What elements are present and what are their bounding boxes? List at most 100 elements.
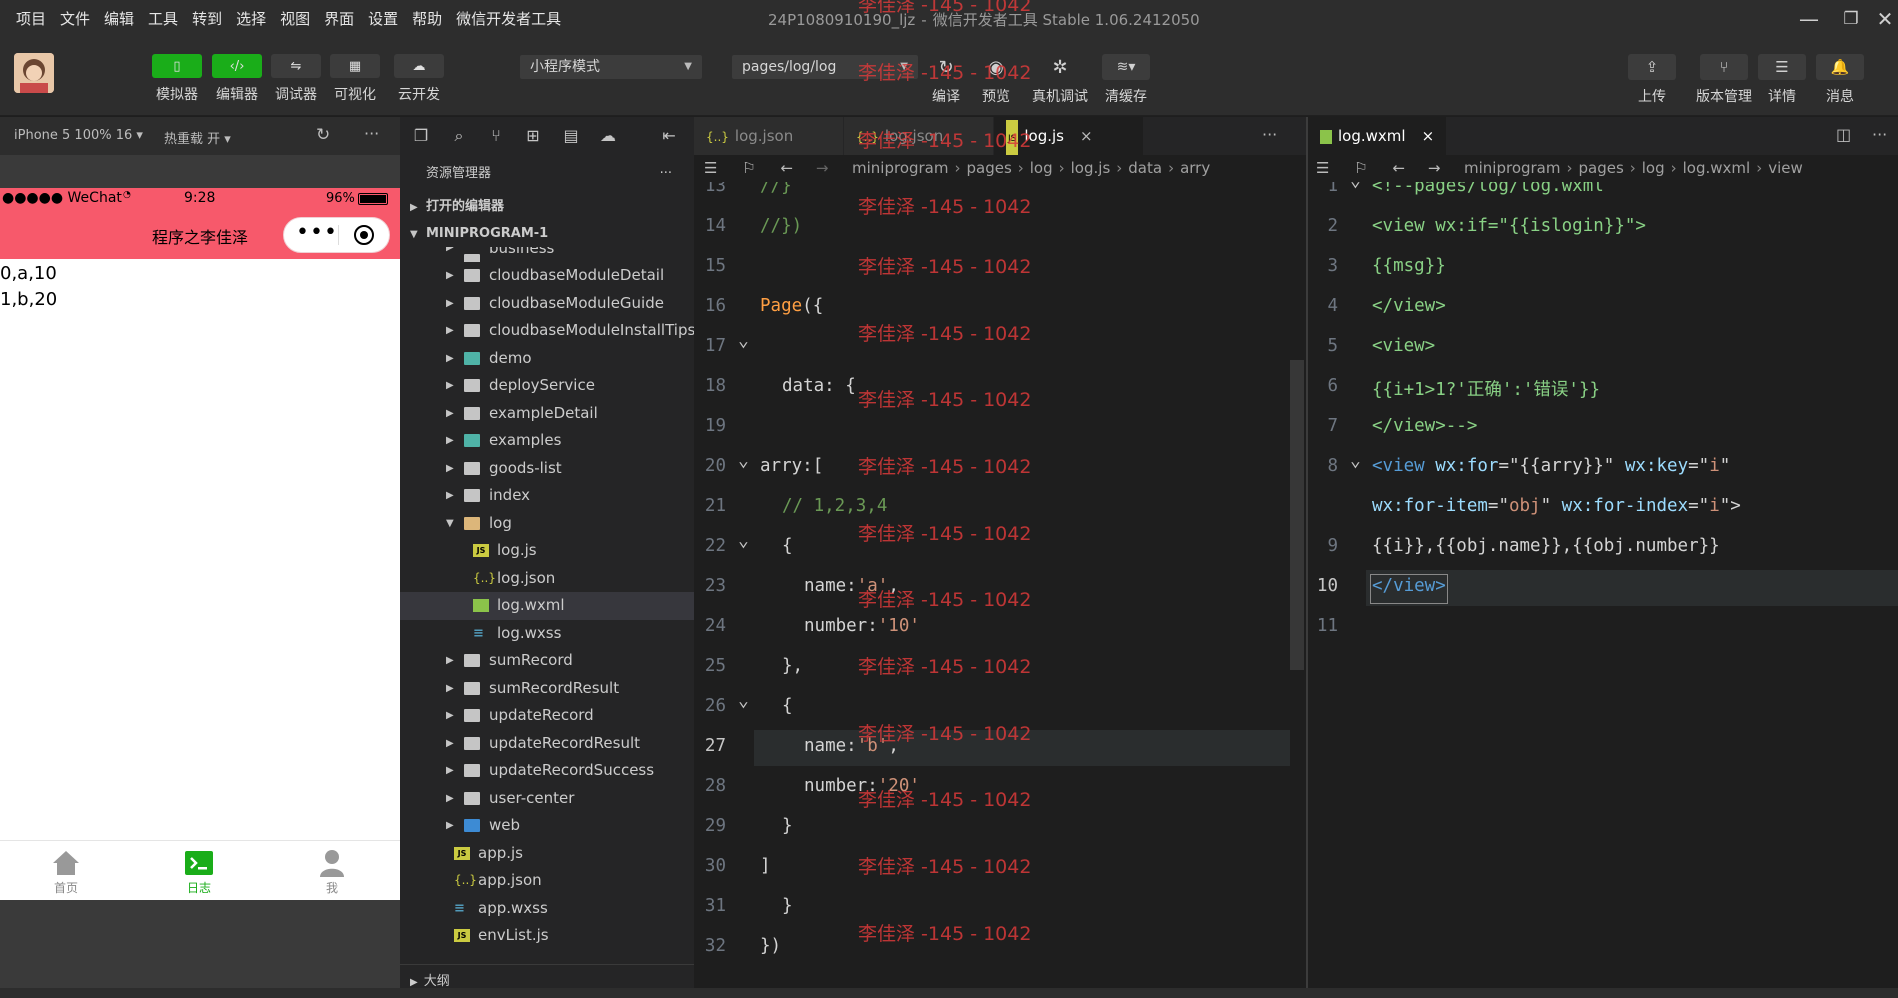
file-tree-item[interactable]: ▶ web <box>400 812 694 840</box>
bookmark-icon[interactable]: ⚐ <box>1354 159 1367 177</box>
file-tree-item[interactable]: ▶ sumRecordResult <box>400 675 694 703</box>
storage-icon[interactable]: ▤ <box>561 126 581 146</box>
tab-me[interactable]: 我 <box>302 847 362 896</box>
open-editors-section[interactable]: ▶ 打开的编辑器 <box>400 193 694 220</box>
forward-icon[interactable]: → <box>816 159 829 177</box>
breadcrumb-item[interactable]: pages <box>1578 159 1623 177</box>
editor-tab[interactable]: log.wxml × <box>1308 117 1448 155</box>
chevron-down-icon[interactable]: ⌄ <box>1350 450 1361 471</box>
breadcrumb-item[interactable]: view <box>1768 159 1803 177</box>
search-icon[interactable]: ⌕ <box>449 126 469 146</box>
back-icon[interactable]: ← <box>1392 159 1405 177</box>
more-icon[interactable]: ••• <box>296 220 338 245</box>
file-tree-item[interactable]: ▶ demo <box>400 345 694 373</box>
chevron-down-icon[interactable]: ⌄ <box>738 530 749 551</box>
hot-reload-toggle[interactable]: 热重载 开 ▾ <box>164 128 231 147</box>
maximize-icon[interactable]: ❐ <box>1840 8 1862 30</box>
chevron-down-icon[interactable]: ⌄ <box>738 330 749 351</box>
menu-item[interactable]: 视图 <box>273 0 317 38</box>
toolbar-button-branch[interactable]: ⑂ 版本管理 <box>1688 54 1760 106</box>
file-tree-item[interactable]: JS envList.js <box>400 922 694 950</box>
menu-item[interactable]: 文件 <box>53 0 97 38</box>
toolbar-button-debug[interactable]: ⇋ 调试器 <box>271 54 321 104</box>
left-code-editor[interactable]: 13//} 14//}) 15 16 Page({17 ⌄ 18 data: {19 20 ⌄ ar… <box>694 182 1290 988</box>
files-icon[interactable]: ❐ <box>411 126 431 146</box>
project-section[interactable]: ▼ MINIPROGRAM-1 <box>400 220 694 247</box>
minimize-icon[interactable]: — <box>1798 8 1820 30</box>
toolbar-button-layers[interactable]: ≋▾ 清缓存 <box>1096 54 1156 106</box>
editor-tab[interactable]: {..} log.json <box>694 117 844 155</box>
tab-log[interactable]: 日志 <box>169 847 229 896</box>
menu-item[interactable]: 选择 <box>229 0 273 38</box>
close-icon[interactable]: × <box>1080 127 1093 145</box>
file-tree-item[interactable]: ▶ index <box>400 482 694 510</box>
chevron-down-icon[interactable]: ⌄ <box>738 690 749 711</box>
menu-item[interactable]: 设置 <box>361 0 405 38</box>
menu-item[interactable]: 界面 <box>317 0 361 38</box>
list-icon[interactable]: ☰ <box>704 159 717 177</box>
breadcrumb-item[interactable]: log <box>1642 159 1665 177</box>
toolbar-button-code[interactable]: ‹/› 编辑器 <box>212 54 262 104</box>
menu-item[interactable]: 项目 <box>0 0 53 38</box>
right-code-editor[interactable]: 1 ⌄ <!--pages/log/log.wxml 2 <view wx:if="{{… <box>1308 182 1898 988</box>
toolbar-button-phone[interactable]: ▯ 模拟器 <box>152 54 202 104</box>
file-tree-item[interactable]: ▶ business <box>400 247 694 262</box>
breadcrumb-item[interactable]: pages <box>966 159 1011 177</box>
breadcrumb-item[interactable]: log <box>1030 159 1053 177</box>
device-select[interactable]: iPhone 5 100% 16 ▾ <box>14 128 143 143</box>
close-icon[interactable]: × <box>1422 127 1435 145</box>
file-tree-item[interactable]: ▶ cloudbaseModuleInstallTips <box>400 317 694 345</box>
file-tree-item[interactable]: ▶ deployService <box>400 372 694 400</box>
split-editor-icon[interactable]: ◫ <box>1836 125 1851 144</box>
mode-select[interactable]: 小程序模式 ▼ <box>520 55 702 79</box>
file-tree-item[interactable]: JS app.js <box>400 840 694 868</box>
file-tree-item[interactable]: ▶ cloudbaseModuleGuide <box>400 290 694 318</box>
breadcrumb-item[interactable]: miniprogram <box>1464 159 1560 177</box>
more-icon[interactable]: ··· <box>1872 125 1887 144</box>
refresh-icon[interactable]: ↻ <box>316 125 330 145</box>
file-tree-item[interactable]: ≡ log.wxss <box>400 620 694 648</box>
file-tree-item[interactable]: {..} log.json <box>400 565 694 593</box>
menu-item[interactable]: 帮助 <box>405 0 449 38</box>
toolbar-button-bug[interactable]: ✲ 真机调试 <box>1030 54 1090 106</box>
toolbar-button-cloud[interactable]: ☁ 云开发 <box>394 54 444 104</box>
breadcrumb-item[interactable]: arry <box>1180 159 1210 177</box>
close-miniprogram-icon[interactable] <box>354 225 374 245</box>
more-icon[interactable]: ··· <box>660 155 672 193</box>
file-tree-item[interactable]: JS log.js <box>400 537 694 565</box>
file-tree-item[interactable]: ▶ updateRecord <box>400 702 694 730</box>
file-tree-item[interactable]: ▶ goods-list <box>400 455 694 483</box>
file-tree-item[interactable]: ▶ cloudbaseModuleDetail <box>400 262 694 290</box>
extensions-icon[interactable]: ⊞ <box>523 126 543 146</box>
file-tree-item[interactable]: ▶ exampleDetail <box>400 400 694 428</box>
bookmark-icon[interactable]: ⚐ <box>742 159 755 177</box>
chevron-down-icon[interactable]: ⌄ <box>1350 182 1361 191</box>
menu-item[interactable]: 转到 <box>185 0 229 38</box>
toolbar-button-menu[interactable]: ☰ 详情 <box>1752 54 1812 106</box>
menu-item[interactable]: 微信开发者工具 <box>449 0 568 38</box>
file-tree-item[interactable]: ▼ log <box>400 510 694 538</box>
file-tree-item[interactable]: ▶ updateRecordSuccess <box>400 757 694 785</box>
avatar[interactable] <box>14 53 54 93</box>
menu-item[interactable]: 工具 <box>141 0 185 38</box>
capsule-button[interactable]: ••• <box>283 217 390 253</box>
file-tree-item[interactable]: ≡ app.wxss <box>400 895 694 923</box>
more-icon[interactable]: ··· <box>1262 125 1277 144</box>
breadcrumb-item[interactable]: log.wxml <box>1683 159 1751 177</box>
collapse-panel-icon[interactable]: ⇤ <box>659 126 679 146</box>
file-tree-item[interactable]: {..} app.json <box>400 867 694 895</box>
toolbar-button-upload[interactable]: ⇪ 上传 <box>1622 54 1682 106</box>
file-tree-item[interactable]: ▶ updateRecordResult <box>400 730 694 758</box>
file-tree-item[interactable]: log.wxml <box>400 592 694 620</box>
toolbar-button-bell[interactable]: 🔔 消息 <box>1810 54 1870 106</box>
scrollbar[interactable] <box>1290 360 1304 670</box>
file-tree-item[interactable]: ▶ sumRecord <box>400 647 694 675</box>
menu-item[interactable]: 编辑 <box>97 0 141 38</box>
chevron-down-icon[interactable]: ⌄ <box>738 450 749 471</box>
breadcrumb-item[interactable]: data <box>1128 159 1162 177</box>
breadcrumb-item[interactable]: log.js <box>1071 159 1111 177</box>
more-icon[interactable]: ··· <box>364 124 379 143</box>
breadcrumb-item[interactable]: miniprogram <box>852 159 948 177</box>
list-icon[interactable]: ☰ <box>1316 159 1329 177</box>
file-tree-item[interactable]: ▶ user-center <box>400 785 694 813</box>
